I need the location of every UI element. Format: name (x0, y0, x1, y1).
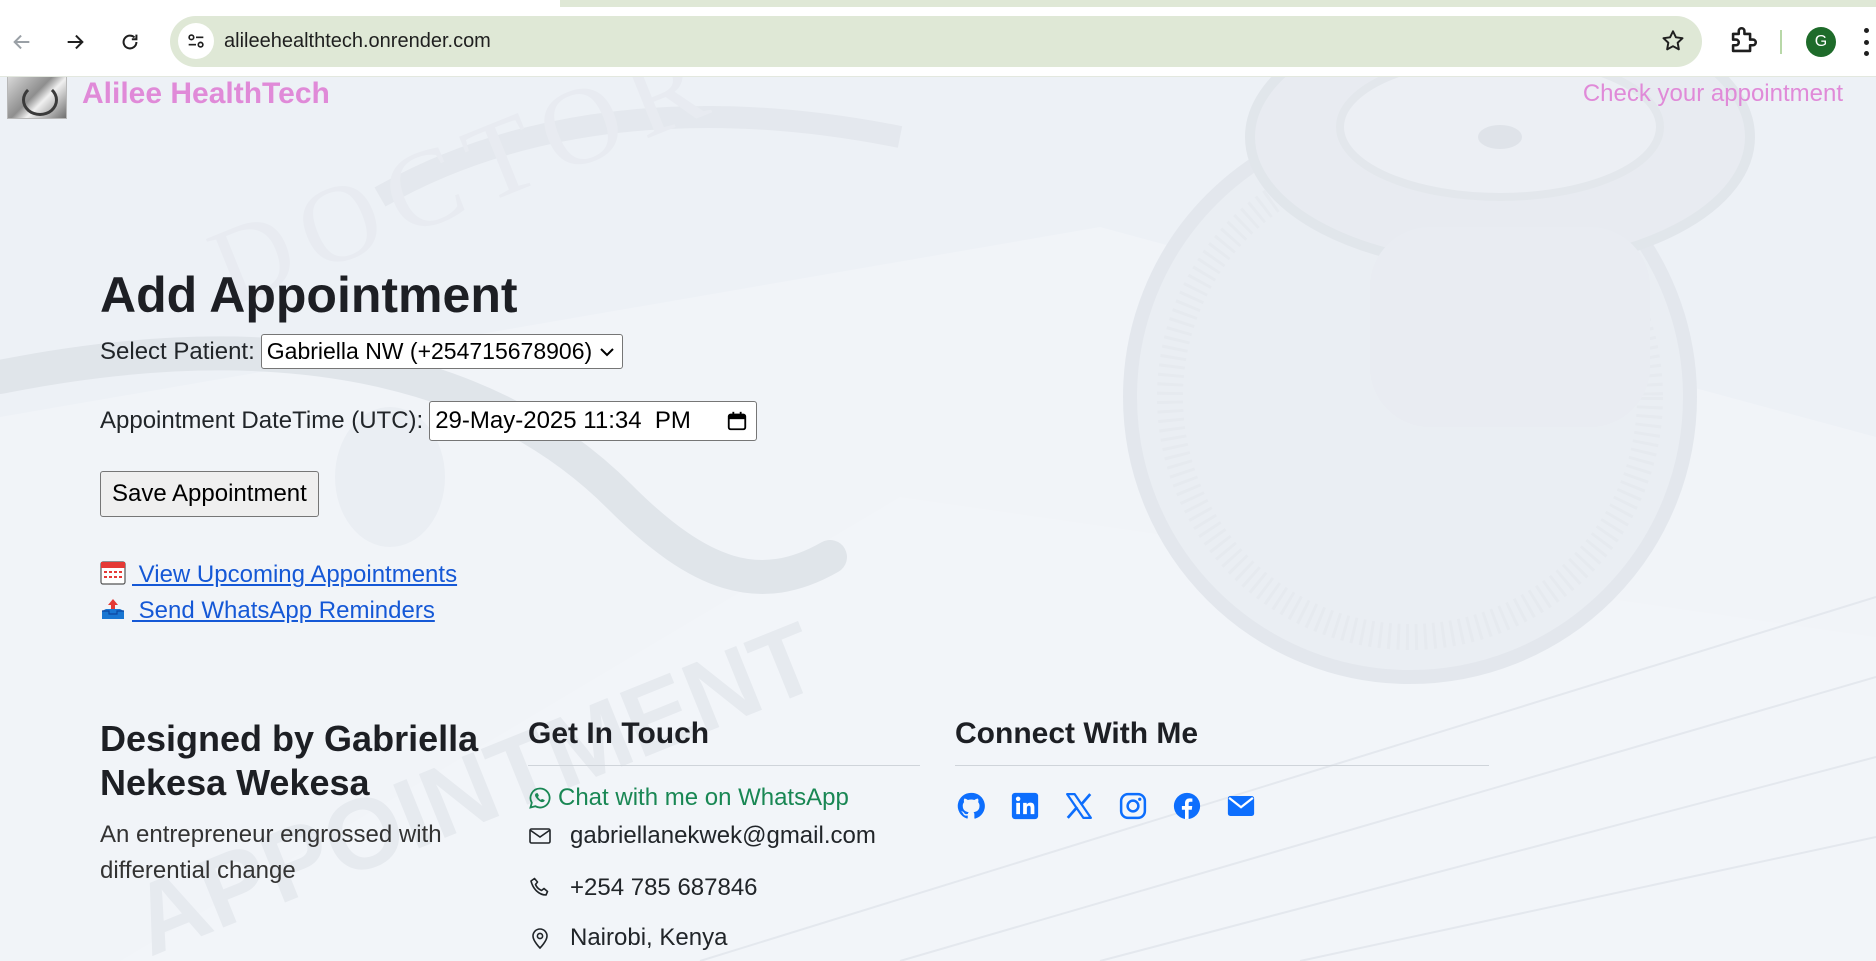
back-arrow-icon (13, 34, 30, 50)
patient-select[interactable]: Gabriella NW (+254715678906) (260, 334, 624, 369)
forward-button[interactable] (57, 24, 93, 60)
tab-strip (0, 0, 1876, 7)
send-reminders-label: Send WhatsApp Reminders (132, 597, 435, 624)
forward-arrow-icon (67, 34, 84, 50)
profile-avatar[interactable]: G (1806, 27, 1836, 57)
browser-toolbar: alileehealthtech.onrender.com G (0, 0, 1876, 77)
designer-tagline: An entrepreneur engrossed with different… (100, 821, 442, 884)
reload-icon (122, 34, 138, 50)
view-upcoming-link[interactable]: View Upcoming Appointments (100, 557, 1000, 593)
site-info-icon[interactable] (178, 23, 214, 59)
phone-icon (530, 877, 549, 896)
outbox-tray-icon (102, 599, 124, 619)
brand-name[interactable]: Alilee HealthTech (82, 77, 330, 111)
reload-button[interactable] (112, 24, 148, 60)
quick-links: View Upcoming Appointments Send WhatsApp… (100, 557, 1000, 629)
add-appointment-form: Add Appointment Select Patient: Gabriell… (100, 270, 1000, 629)
address-bar[interactable]: alileehealthtech.onrender.com (170, 16, 1702, 67)
connect-heading: Connect With Me (955, 717, 1489, 766)
datetime-value: 29-May-2025 11:34 PM (435, 407, 691, 434)
contact-email: gabriellanekwek@gmail.com (528, 822, 920, 850)
toolbar-divider (1780, 30, 1782, 54)
page-viewport: DOCTOR APPOINTMENT Alilee HealthTech Che… (0, 77, 1876, 961)
github-icon[interactable] (955, 790, 987, 822)
get-in-touch-heading: Get In Touch (528, 717, 920, 766)
linkedin-icon[interactable] (1009, 790, 1041, 822)
brand-logo[interactable] (7, 77, 67, 119)
save-appointment-button[interactable]: Save Appointment (100, 471, 319, 517)
footer-about: Designed by Gabriella Nekesa Wekesa An e… (100, 717, 500, 889)
send-reminders-link[interactable]: Send WhatsApp Reminders (100, 593, 1000, 629)
instagram-icon[interactable] (1117, 790, 1149, 822)
envelope-icon (529, 828, 551, 844)
facebook-icon[interactable] (1171, 790, 1203, 822)
email-text[interactable]: gabriellanekwek@gmail.com (570, 822, 876, 850)
datetime-input[interactable]: 29-May-2025 11:34 PM (429, 401, 758, 441)
extensions-puzzle-icon[interactable] (1726, 24, 1760, 58)
phone-text[interactable]: +254 785 687846 (570, 874, 758, 902)
footer-social: Connect With Me (955, 717, 1489, 822)
patient-select-value: Gabriella NW (+254715678906) (266, 338, 593, 364)
page-title: Add Appointment (100, 267, 518, 323)
patient-row: Select Patient: Gabriella NW (+254715678… (100, 334, 1000, 369)
whatsapp-chat-link[interactable]: Chat with me on WhatsApp (528, 784, 920, 812)
site-navbar: Alilee HealthTech Check your appointment (0, 77, 1876, 123)
chevron-down-icon (600, 347, 614, 356)
check-appointment-link[interactable]: Check your appointment (1583, 80, 1843, 108)
location-pin-icon (532, 928, 548, 950)
back-button[interactable] (4, 24, 40, 60)
location-text: Nairobi, Kenya (570, 924, 728, 951)
contact-location: Nairobi, Kenya (528, 924, 920, 952)
whatsapp-icon (529, 787, 551, 809)
datetime-label: Appointment DateTime (UTC): (100, 407, 424, 434)
x-icon[interactable] (1063, 790, 1095, 822)
contact-phone: +254 785 687846 (528, 874, 920, 902)
calendar-emoji-icon (100, 561, 126, 585)
footer-contact: Get In Touch Chat with me on WhatsApp ga… (528, 717, 920, 952)
bookmark-star-icon[interactable] (1660, 28, 1686, 54)
mail-icon[interactable] (1225, 790, 1257, 822)
whatsapp-label: Chat with me on WhatsApp (558, 784, 849, 811)
calendar-icon[interactable] (726, 410, 748, 432)
datetime-row: Appointment DateTime (UTC): 29-May-2025 … (100, 401, 1000, 441)
browser-menu-icon[interactable] (1862, 28, 1870, 56)
designer-heading: Designed by Gabriella Nekesa Wekesa (100, 718, 479, 803)
url-text[interactable]: alileehealthtech.onrender.com (224, 30, 491, 53)
view-upcoming-label: View Upcoming Appointments (132, 561, 458, 588)
social-links (955, 790, 1489, 822)
patient-label: Select Patient: (100, 337, 255, 365)
